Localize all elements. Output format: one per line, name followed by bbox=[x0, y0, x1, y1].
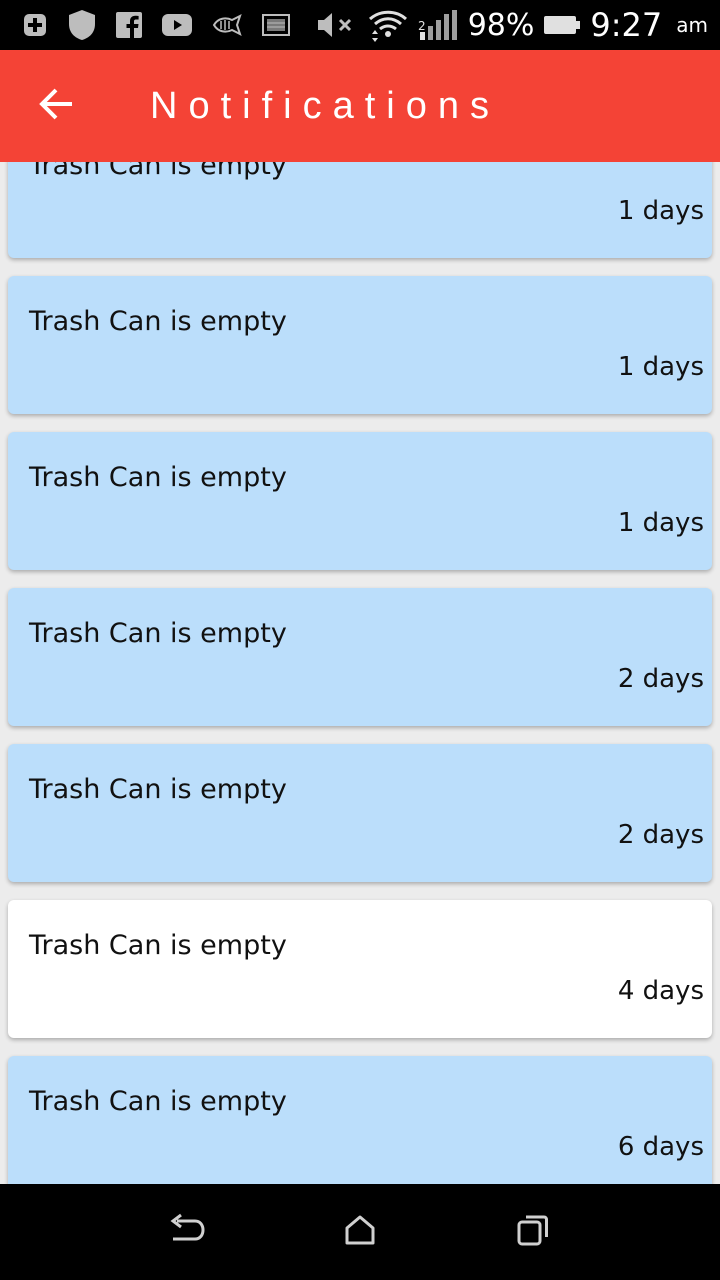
notification-time: 4 days bbox=[617, 976, 704, 1006]
status-bar-left bbox=[22, 8, 290, 42]
navigation-bar bbox=[0, 1184, 720, 1280]
notification-title: Trash Can is empty bbox=[29, 930, 287, 961]
notification-card[interactable]: Trash Can is empty 1 days bbox=[8, 162, 712, 258]
status-bar: 2 98% 9:27 am bbox=[0, 0, 720, 50]
back-button[interactable] bbox=[0, 50, 112, 162]
notification-card[interactable]: Trash Can is empty 2 days bbox=[8, 588, 712, 726]
notification-title: Trash Can is empty bbox=[29, 162, 287, 181]
volume-mute-icon bbox=[316, 8, 358, 42]
notification-time: 1 days bbox=[617, 352, 704, 382]
notification-time: 1 days bbox=[617, 196, 704, 226]
battery-percent: 98% bbox=[467, 7, 535, 43]
home-nav-icon bbox=[344, 1214, 376, 1250]
shield-icon bbox=[68, 8, 96, 42]
nav-home-button[interactable] bbox=[330, 1202, 390, 1262]
notification-time: 1 days bbox=[617, 508, 704, 538]
fish-icon bbox=[212, 8, 242, 42]
notification-title: Trash Can is empty bbox=[29, 1086, 287, 1117]
svg-text:2: 2 bbox=[418, 19, 426, 33]
page-title: Notifications bbox=[150, 84, 500, 127]
notification-time: 6 days bbox=[617, 1132, 704, 1162]
back-nav-icon bbox=[167, 1213, 207, 1251]
signal-icon: 2 bbox=[418, 8, 458, 42]
notification-title: Trash Can is empty bbox=[29, 462, 287, 493]
notification-title: Trash Can is empty bbox=[29, 774, 287, 805]
nav-back-button[interactable] bbox=[157, 1202, 217, 1262]
arrow-back-icon bbox=[38, 88, 74, 124]
notification-card[interactable]: Trash Can is empty 1 days bbox=[8, 276, 712, 414]
add-box-icon bbox=[22, 8, 48, 42]
wifi-icon bbox=[368, 8, 408, 42]
clock-ampm: am bbox=[676, 13, 708, 37]
facebook-icon bbox=[116, 8, 142, 42]
notification-time: 2 days bbox=[617, 820, 704, 850]
notification-time: 2 days bbox=[617, 664, 704, 694]
notification-title: Trash Can is empty bbox=[29, 618, 287, 649]
recents-nav-icon bbox=[516, 1213, 550, 1251]
battery-icon bbox=[544, 8, 581, 42]
notification-title: Trash Can is empty bbox=[29, 306, 287, 337]
clock-time: 9:27 bbox=[590, 6, 663, 44]
status-bar-right: 2 98% 9:27 am bbox=[316, 6, 708, 44]
photo-icon bbox=[262, 8, 290, 42]
notification-card[interactable]: Trash Can is empty 2 days bbox=[8, 744, 712, 882]
notification-card[interactable]: Trash Can is empty 4 days bbox=[8, 900, 712, 1038]
notification-card[interactable]: Trash Can is empty 6 days bbox=[8, 1056, 712, 1184]
nav-recents-button[interactable] bbox=[503, 1202, 563, 1262]
app-bar: Notifications bbox=[0, 50, 720, 162]
youtube-icon bbox=[162, 8, 192, 42]
notification-list[interactable]: Trash Can is empty 1 days Trash Can is e… bbox=[0, 162, 720, 1184]
notification-card[interactable]: Trash Can is empty 1 days bbox=[8, 432, 712, 570]
